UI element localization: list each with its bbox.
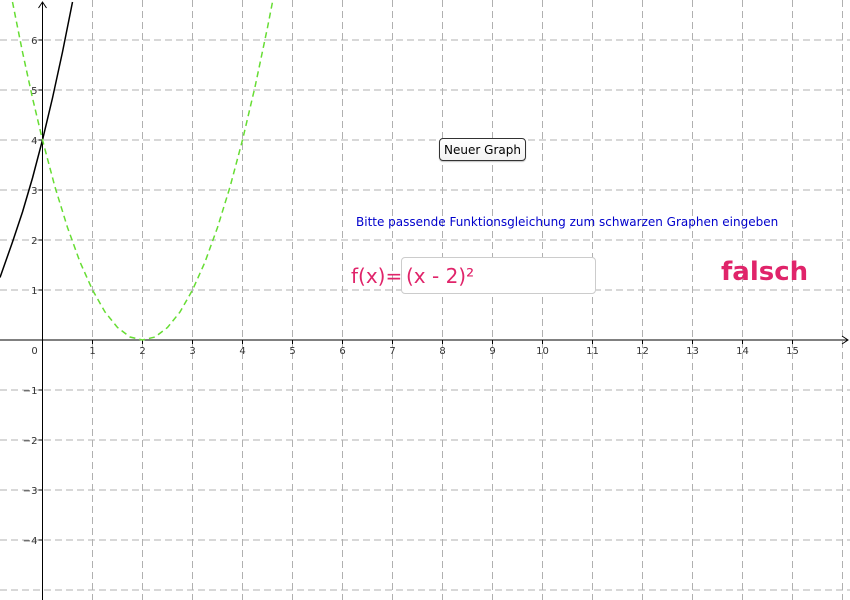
- function-graphs: [0, 1, 274, 341]
- x-tick-label: 13: [686, 346, 699, 357]
- x-tick-label: 10: [536, 346, 549, 357]
- function-input[interactable]: [401, 257, 596, 294]
- coordinate-system[interactable]: 0 1 2 3 4 5 6 7 8 9 10 11 12 13 14 15−4−3−2−1123456: [0, 0, 850, 600]
- y-tick-label: 4: [31, 136, 37, 147]
- y-tick-label: −1: [23, 386, 38, 397]
- axes: [0, 1, 849, 600]
- y-tick-label: 1: [31, 286, 37, 297]
- y-tick-label: 2: [31, 236, 37, 247]
- x-tick-label: 2: [139, 346, 145, 357]
- y-tick-label: 3: [31, 186, 37, 197]
- x-tick-label: 5: [289, 346, 295, 357]
- grid-lines: [0, 0, 850, 600]
- x-tick-label: 3: [189, 346, 195, 357]
- graphics-view[interactable]: 0 1 2 3 4 5 6 7 8 9 10 11 12 13 14 15 −4 −3 −2 −1 1 2 3 4 5 6: [0, 0, 850, 600]
- x-tick-label: 1: [89, 346, 95, 357]
- x-tick-label: 12: [636, 346, 649, 357]
- y-tick-label: −3: [23, 486, 38, 497]
- x-tick-label: 9: [489, 346, 495, 357]
- y-tick-label: 6: [31, 36, 37, 47]
- x-tick-label: 14: [736, 346, 749, 357]
- x-tick-label: 4: [239, 346, 245, 357]
- x-tick-label: 6: [339, 346, 345, 357]
- y-tick-label: −2: [23, 436, 38, 447]
- function-label: f(x)=: [351, 264, 403, 288]
- x-tick-label: 15: [786, 346, 799, 357]
- x-tick-label: 8: [439, 346, 445, 357]
- x-tick-label: 0: [31, 346, 37, 357]
- result-feedback: falsch: [721, 257, 809, 287]
- x-tick-label: 7: [389, 346, 395, 357]
- new-graph-button[interactable]: Neuer Graph: [439, 138, 526, 161]
- x-tick-label: 11: [586, 346, 599, 357]
- y-tick-label: −4: [23, 536, 38, 547]
- instruction-text: Bitte passende Funktionsgleichung zum sc…: [356, 215, 779, 229]
